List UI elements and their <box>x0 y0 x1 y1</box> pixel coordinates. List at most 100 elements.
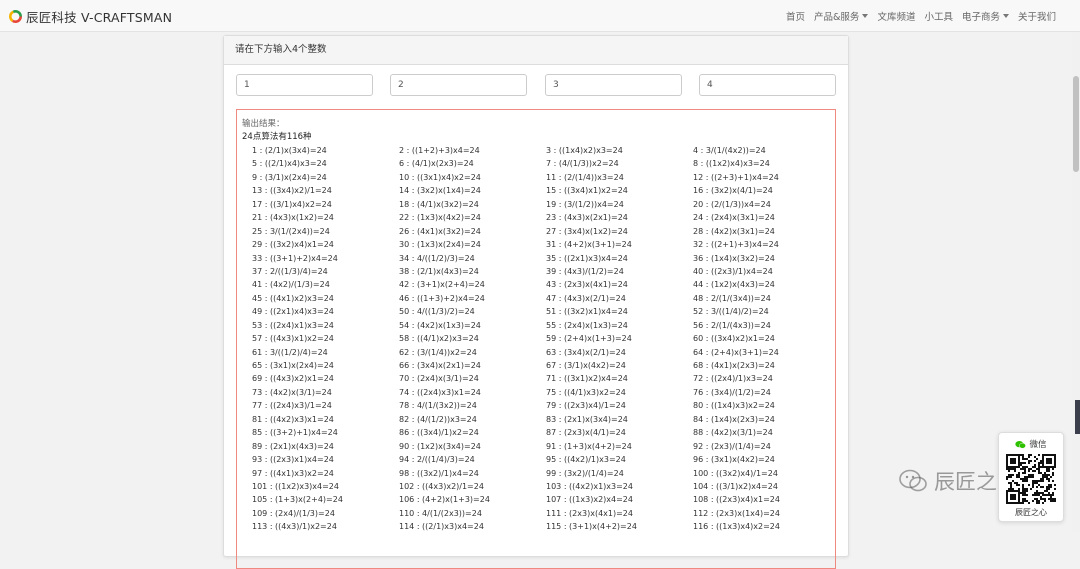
solution-list: 1 : (2/1)x(3x4)=24 2 : ((1+2)+3)x4=24 3 : … <box>252 144 832 534</box>
solution-item: 12 : ((2+3)+1)x4=24 <box>693 172 779 182</box>
solution-item: 18 : (4/1)x(3x2)=24 <box>399 199 479 209</box>
caret-down-icon <box>862 14 869 18</box>
nav-item-home[interactable]: 首页 <box>786 9 805 23</box>
number-input-3[interactable] <box>545 74 682 96</box>
page-scrollbar[interactable] <box>1072 32 1080 532</box>
solution-item: 56 : 2/(1/(4x3))=24 <box>693 320 771 330</box>
solution-item: 111 : (2x3)x(4x1)=24 <box>546 508 633 518</box>
solution-item: 33 : ((3+1)+2)x4=24 <box>252 253 338 263</box>
solution-item: 90 : (1x2)x(3x4)=24 <box>399 441 481 451</box>
solution-item: 81 : ((4x2)x3)x1=24 <box>252 414 334 424</box>
solution-item: 75 : ((4/1)x3)x2=24 <box>546 387 626 397</box>
solution-item: 16 : (3x2)x(4/1)=24 <box>693 186 773 196</box>
solution-item: 76 : (3x4)/(1/2)=24 <box>693 387 771 397</box>
solution-item: 10 : ((3x1)x4)x2=24 <box>399 172 481 182</box>
side-tab[interactable] <box>1075 400 1080 434</box>
solution-item: 50 : 4/((1/3)/2)=24 <box>399 307 475 317</box>
solution-item: 2 : ((1+2)+3)x4=24 <box>399 146 480 155</box>
solution-item: 54 : (4x2)x(1x3)=24 <box>399 320 481 330</box>
number-input-2[interactable] <box>390 74 527 96</box>
solution-item: 34 : 4/((1/2)/3)=24 <box>399 253 475 263</box>
solution-item: 89 : (2x1)x(4x3)=24 <box>252 441 334 451</box>
wechat-caption: 辰匠之心 <box>1015 508 1047 517</box>
solution-item: 45 : ((4x1)x2)x3=24 <box>252 293 334 303</box>
nav-item-label: 文库频道 <box>877 12 916 23</box>
solution-item: 80 : ((1x4)x3)x2=24 <box>693 401 775 411</box>
number-inputs <box>236 74 836 96</box>
nav-item-label: 关于我们 <box>1017 12 1056 23</box>
solution-item: 103 : ((4x2)x1)x3=24 <box>546 481 633 491</box>
main-nav: 首页 产品&服务 文库频道 小工具 电子商务 关于我们 <box>777 9 1056 23</box>
nav-item-label: 小工具 <box>924 12 953 23</box>
solution-item: 32 : ((2+1)+3)x4=24 <box>693 240 779 250</box>
wechat-watermark-icon <box>899 469 927 492</box>
solution-item: 92 : (2x3)/(1/4)=24 <box>693 441 771 451</box>
nav-item-ecommerce[interactable]: 电子商务 <box>962 9 1009 23</box>
brand-title: 辰匠科技 V-CRAFTSMAN <box>26 9 173 25</box>
brand-logo-icon <box>9 9 22 23</box>
solution-item: 17 : ((3/1)x4)x2=24 <box>252 199 332 209</box>
number-input-4[interactable] <box>699 74 836 96</box>
solution-item: 99 : (3x2)/(1/4)=24 <box>546 468 624 478</box>
wechat-title: 微信 <box>999 438 1063 450</box>
solution-item: 97 : ((4x1)x3)x2=24 <box>252 468 334 478</box>
nav-item-library[interactable]: 文库频道 <box>877 9 915 23</box>
nav-item-tools[interactable]: 小工具 <box>924 9 953 23</box>
solution-item: 66 : (3x4)x(2x1)=24 <box>399 361 481 370</box>
solution-item: 40 : ((2x3)/1)x4=24 <box>693 266 773 276</box>
solution-item: 65 : (3x1)x(2x4)=24 <box>252 361 334 370</box>
nav-item-products-services[interactable]: 产品&服务 <box>814 9 869 23</box>
solution-item: 82 : (4/(1/2))x3=24 <box>399 414 477 424</box>
solution-item: 109 : (2x4)/(1/3)=24 <box>252 508 335 518</box>
solution-item: 101 : ((1x2)x3)x4=24 <box>252 481 339 491</box>
result-label: 输出结果： <box>242 119 285 129</box>
solution-item: 44 : (1x2)x(4x3)=24 <box>693 280 775 290</box>
solution-item: 15 : ((3x4)x1)x2=24 <box>546 186 628 196</box>
wechat-icon <box>1015 440 1027 449</box>
number-input-1[interactable] <box>236 74 373 96</box>
solution-item: 94 : 2/((1/4)/3)=24 <box>399 455 475 465</box>
solution-item: 48 : 2/(1/(3x4))=24 <box>693 293 771 303</box>
solution-item: 25 : 3/(1/(2x4))=24 <box>252 226 330 236</box>
solution-item: 70 : (2x4)x(3/1)=24 <box>399 374 479 384</box>
solution-item: 5 : ((2/1)x4)x3=24 <box>252 159 327 169</box>
brand[interactable]: 辰匠科技 V-CRAFTSMAN <box>9 7 172 25</box>
solution-item: 41 : (4x2)/(1/3)=24 <box>252 280 330 290</box>
solution-item: 27 : (3x4)x(1x2)=24 <box>546 226 628 236</box>
solution-item: 108 : ((2x3)x4)x1=24 <box>693 495 780 505</box>
solution-item: 47 : (4x3)x(2/1)=24 <box>546 293 626 303</box>
solution-item: 11 : (2/(1/4))x3=24 <box>546 172 624 182</box>
solution-item: 112 : (2x3)x(1x4)=24 <box>693 508 780 518</box>
solution-item: 84 : (1x4)x(2x3)=24 <box>693 414 775 424</box>
solution-item: 100 : ((3x2)x4)/1=24 <box>693 468 778 478</box>
solution-item: 85 : ((3+2)+1)x4=24 <box>252 428 338 438</box>
solution-item: 60 : ((3x4)x2)x1=24 <box>693 334 775 344</box>
nav-item-label: 电子商务 <box>961 12 1000 23</box>
solution-item: 110 : 4/(1/(2x3))=24 <box>399 508 482 518</box>
solution-item: 30 : (1x3)x(2x4)=24 <box>399 240 481 250</box>
scrollbar-thumb[interactable] <box>1073 76 1079 172</box>
solution-item: 102 : ((4x3)x2)/1=24 <box>399 481 484 491</box>
solution-item: 4 : 3/(1/(4x2))=24 <box>693 146 766 155</box>
solution-item: 77 : ((2x4)x3)/1=24 <box>252 401 332 411</box>
solution-item: 104 : ((3/1)x2)x4=24 <box>693 481 778 491</box>
solution-item: 13 : ((3x4)x2)/1=24 <box>252 186 332 196</box>
solution-item: 106 : (4+2)x(1+3)=24 <box>399 495 490 505</box>
wechat-qr-widget[interactable]: 微信 辰匠之心 <box>998 432 1064 522</box>
solution-item: 51 : ((3x2)x1)x4=24 <box>546 307 628 317</box>
solution-item: 67 : (3/1)x(4x2)=24 <box>546 361 626 370</box>
nav-item-label: 产品&服务 <box>814 12 860 23</box>
solution-item: 73 : (4x2)x(3/1)=24 <box>252 387 332 397</box>
solution-item: 95 : ((4x2)/1)x3=24 <box>546 455 626 465</box>
solution-item: 59 : (2+4)x(1+3)=24 <box>546 334 632 344</box>
solution-item: 64 : (2+4)x(3+1)=24 <box>693 347 779 357</box>
solution-item: 62 : (3/(1/4))x2=24 <box>399 347 477 357</box>
solution-item: 28 : (4x2)x(3x1)=24 <box>693 226 775 236</box>
solution-item: 29 : ((3x2)x4)x1=24 <box>252 240 334 250</box>
solution-item: 93 : ((2x3)x1)x4=24 <box>252 455 334 465</box>
solution-item: 9 : (3/1)x(2x4)=24 <box>252 172 327 182</box>
nav-item-about[interactable]: 关于我们 <box>1018 9 1056 23</box>
solution-item: 58 : ((4/1)x2)x3=24 <box>399 334 479 344</box>
qr-code-image <box>1006 454 1056 504</box>
panel-heading: 请在下方输入4个整数 <box>224 36 848 65</box>
